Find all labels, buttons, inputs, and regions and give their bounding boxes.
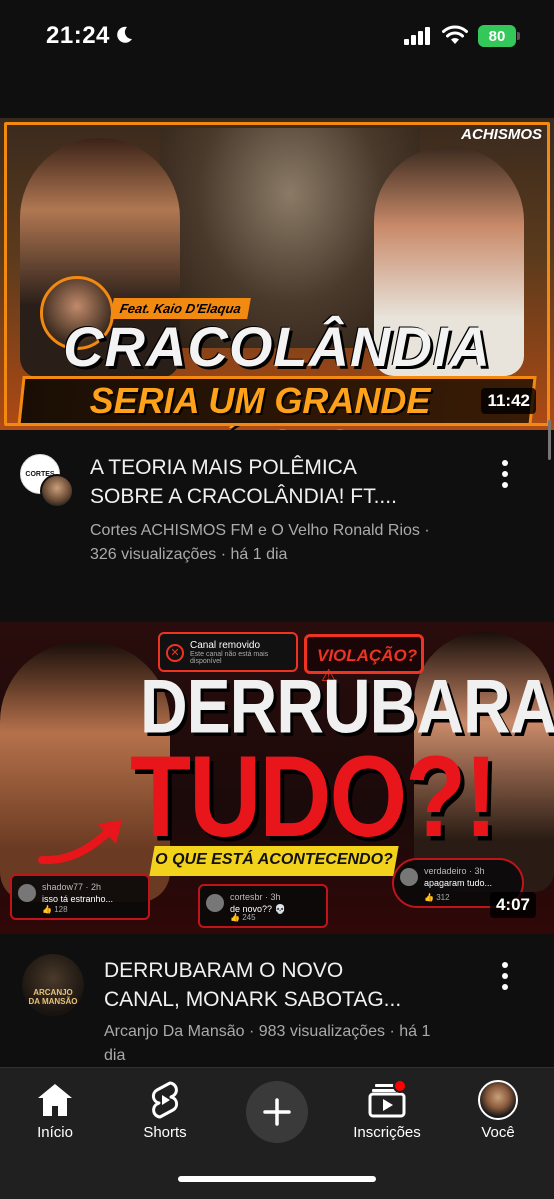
moon-icon [117,26,132,43]
more-options-icon[interactable] [500,458,510,490]
like-count: 👍 128 [42,905,68,914]
nav-subscriptions-label: Inscrições [353,1124,421,1141]
nav-home-label: Início [37,1124,73,1141]
channel-avatar-label: ARCANJO DA MANSÃO [28,988,78,1006]
video-duration-badge: 4:07 [489,892,536,918]
avatar [400,868,418,886]
video-thumbnail-2[interactable]: ✕ Canal removido Este canal não está mai… [0,622,554,934]
avatar [18,884,36,902]
channel-avatar-secondary [40,474,74,508]
home-indicator[interactable] [178,1176,376,1182]
status-time: 21:24 [46,22,110,49]
video-info-1: CORTES A TEORIA MAIS POLÊMICA SOBRE A CR… [0,448,554,578]
arrow-icon [38,820,122,865]
like-count: 👍 245 [230,913,256,922]
shorts-icon [151,1081,179,1119]
nav-shorts-label: Shorts [143,1124,187,1141]
nav-you-label: Você [481,1124,515,1141]
thumbnail-comment: cortesbr · 3h de novo?? 💀 👍 245 [198,884,328,928]
thumbnail-headline-red: TUDO?! [130,732,498,862]
thumbnail-frame [4,122,550,426]
nav-subscriptions[interactable]: Inscrições [337,1080,437,1150]
channel-avatar-2[interactable]: ARCANJO DA MANSÃO [22,954,84,1016]
video-meta-1: Cortes ACHISMOS FM e O Velho Ronald Rios… [90,522,430,563]
plus-icon [263,1098,291,1126]
avatar [206,894,224,912]
subscriptions-icon [368,1080,407,1118]
more-options-icon[interactable] [500,960,510,992]
thumbnail-comment: shadow77 · 2h isso tá estranho... 👍 128 [10,874,150,920]
nav-shorts[interactable]: Shorts [115,1080,215,1150]
scrollbar[interactable] [548,420,551,460]
nav-home[interactable]: Início [5,1080,105,1150]
video-title-1[interactable]: A TEORIA MAIS POLÊMICA SOBRE A CRACOLÂND… [90,453,490,511]
cellular-signal-icon [404,27,430,45]
avatar [478,1080,518,1120]
close-circle-icon: ✕ [166,644,184,662]
home-icon [38,1084,72,1116]
video-duration-badge: 11:42 [481,388,536,414]
wifi-icon [442,25,468,44]
thumbnail-banner-text: O QUE ESTÁ ACONTECENDO? [155,851,393,868]
video-info-2: ARCANJO DA MANSÃO DERRUBARAM O NOVO CANA… [0,952,554,1067]
video-meta-2: Arcanjo Da Mansão · 983 visualizações · … [104,1023,431,1064]
create-button[interactable] [246,1081,308,1143]
like-count: 👍 312 [424,893,450,902]
status-bar: 21:24 80 [0,0,554,74]
video-thumbnail-1[interactable]: ACHISMOS Feat. Kaio D'Elaqua CRACOLÂNDIA… [0,118,554,430]
nav-you[interactable]: Você [448,1080,548,1150]
video-title-2[interactable]: DERRUBARAM O NOVO CANAL, MONARK SABOTAG.… [104,956,494,1014]
battery-indicator: 80 [478,25,520,47]
